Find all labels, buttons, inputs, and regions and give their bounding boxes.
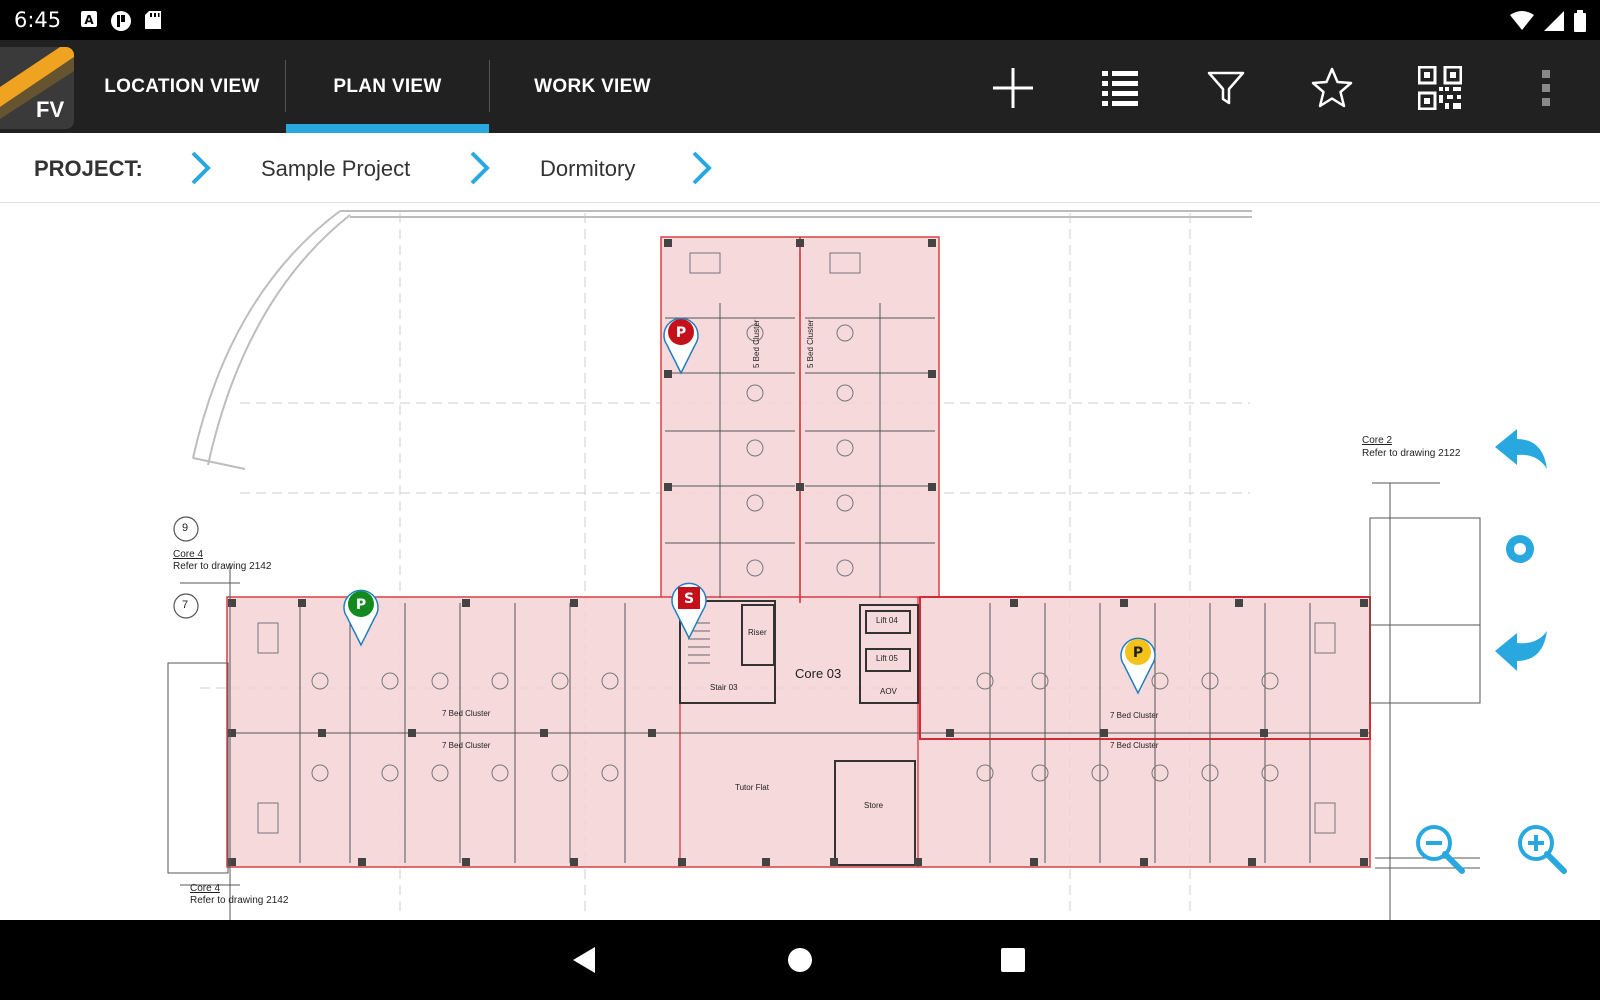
pin-marker-red-p[interactable]: P bbox=[661, 315, 701, 375]
back-triangle-icon bbox=[573, 947, 595, 973]
label-aov: AOV bbox=[880, 687, 897, 696]
battery-icon bbox=[1574, 10, 1586, 32]
add-icon bbox=[993, 68, 1033, 108]
app-notification-icon bbox=[111, 11, 131, 31]
back-button[interactable] bbox=[563, 938, 607, 982]
filter-button[interactable] bbox=[1198, 60, 1254, 116]
active-tab-indicator bbox=[286, 124, 489, 133]
recents-square-icon bbox=[1001, 948, 1025, 972]
label-5-bed-cluster: 5 Bed Cluster bbox=[752, 319, 761, 368]
label-7-bed-cluster: 7 Bed Cluster bbox=[1110, 741, 1159, 750]
chevron-right-icon[interactable] bbox=[188, 150, 214, 186]
home-circle-icon bbox=[788, 948, 812, 972]
breadcrumb-item-project[interactable]: Sample Project bbox=[261, 156, 410, 182]
zoom-in-button[interactable] bbox=[1510, 817, 1574, 881]
breadcrumb-item-building[interactable]: Dormitory bbox=[540, 156, 635, 182]
tab-plan-view[interactable]: PLAN VIEW bbox=[286, 40, 489, 133]
svg-text:A: A bbox=[84, 13, 94, 27]
breadcrumb bbox=[0, 133, 1600, 203]
label-lift-05: Lift 05 bbox=[876, 654, 898, 663]
label-7-bed-cluster: 7 Bed Cluster bbox=[442, 741, 491, 750]
label-riser: Riser bbox=[748, 628, 767, 637]
tab-location-view[interactable]: LOCATION VIEW bbox=[90, 40, 274, 133]
label-tutor-flat: Tutor Flat bbox=[735, 783, 769, 792]
label-core-2-ref: Refer to drawing 2122 bbox=[1362, 448, 1461, 459]
home-button[interactable] bbox=[778, 938, 822, 982]
pin-letter: P bbox=[356, 597, 366, 613]
qr-code-icon bbox=[1418, 66, 1462, 110]
label-core-03: Core 03 bbox=[795, 666, 842, 681]
pin-marker-yellow-p[interactable]: P bbox=[1118, 635, 1158, 695]
tab-divider bbox=[489, 60, 490, 112]
redo-button[interactable] bbox=[1488, 619, 1552, 683]
qr-code-button[interactable] bbox=[1412, 60, 1468, 116]
zoom-out-icon bbox=[1416, 825, 1465, 874]
add-button[interactable] bbox=[985, 60, 1041, 116]
more-options-button[interactable] bbox=[1518, 60, 1574, 116]
center-location-button[interactable] bbox=[1488, 517, 1552, 581]
tab-work-view[interactable]: WORK VIEW bbox=[500, 40, 685, 133]
undo-button[interactable] bbox=[1488, 417, 1552, 481]
label-core-4-ref: Refer to drawing 2142 bbox=[173, 561, 272, 572]
chevron-right-icon[interactable] bbox=[467, 150, 493, 186]
pin-letter: S bbox=[684, 591, 694, 607]
undo-icon bbox=[1495, 429, 1547, 469]
label-7-bed-cluster: 7 Bed Cluster bbox=[442, 709, 491, 718]
more-vert-icon bbox=[1542, 70, 1550, 106]
floor-plan-canvas[interactable]: Core 03 Core 2 Refer to drawing 2122 Cor… bbox=[0, 203, 1600, 920]
status-notification-icons: A bbox=[80, 10, 162, 32]
chevron-right-icon[interactable] bbox=[689, 150, 715, 186]
list-button[interactable] bbox=[1092, 60, 1148, 116]
target-icon bbox=[1506, 535, 1534, 563]
zoom-in-icon bbox=[1518, 825, 1567, 874]
sd-card-icon bbox=[145, 11, 161, 29]
favorite-button[interactable] bbox=[1304, 60, 1360, 116]
zoom-out-button[interactable] bbox=[1408, 817, 1472, 881]
redo-back-icon bbox=[1495, 631, 1547, 671]
label-core-2: Core 2 bbox=[1362, 435, 1393, 446]
status-time: 6:45 bbox=[14, 8, 62, 32]
pin-marker-red-s[interactable]: S bbox=[669, 580, 709, 640]
label-store: Store bbox=[864, 801, 884, 810]
label-core-4: Core 4 bbox=[173, 549, 204, 560]
star-icon bbox=[1311, 67, 1353, 108]
label-lift-04: Lift 04 bbox=[876, 616, 898, 625]
app-logo[interactable]: FV bbox=[0, 47, 74, 129]
text-notification-icon: A bbox=[81, 11, 97, 27]
label-stair-03: Stair 03 bbox=[710, 683, 738, 692]
breadcrumb-label: PROJECT: bbox=[34, 156, 143, 181]
list-icon bbox=[1102, 71, 1138, 106]
wifi-icon bbox=[1510, 11, 1534, 30]
pin-letter: P bbox=[676, 325, 686, 341]
label-7-bed-cluster: 7 Bed Cluster bbox=[1110, 711, 1159, 720]
status-bar: 6:45 A bbox=[0, 0, 1600, 40]
grid-marker-7: 7 bbox=[182, 599, 189, 611]
status-system-icons bbox=[1510, 10, 1586, 32]
recents-button[interactable] bbox=[991, 938, 1035, 982]
label-core-4-lower: Core 4 bbox=[190, 883, 221, 894]
pin-marker-green-p[interactable]: P bbox=[341, 587, 381, 647]
label-core-4-lower-ref: Refer to drawing 2142 bbox=[190, 895, 289, 906]
label-5-bed-cluster: 5 Bed Cluster bbox=[806, 319, 815, 368]
app-logo-text: FV bbox=[36, 97, 65, 122]
filter-icon bbox=[1207, 71, 1245, 105]
signal-icon bbox=[1544, 11, 1564, 31]
grid-marker-9: 9 bbox=[182, 522, 189, 534]
pin-letter: P bbox=[1133, 645, 1143, 661]
